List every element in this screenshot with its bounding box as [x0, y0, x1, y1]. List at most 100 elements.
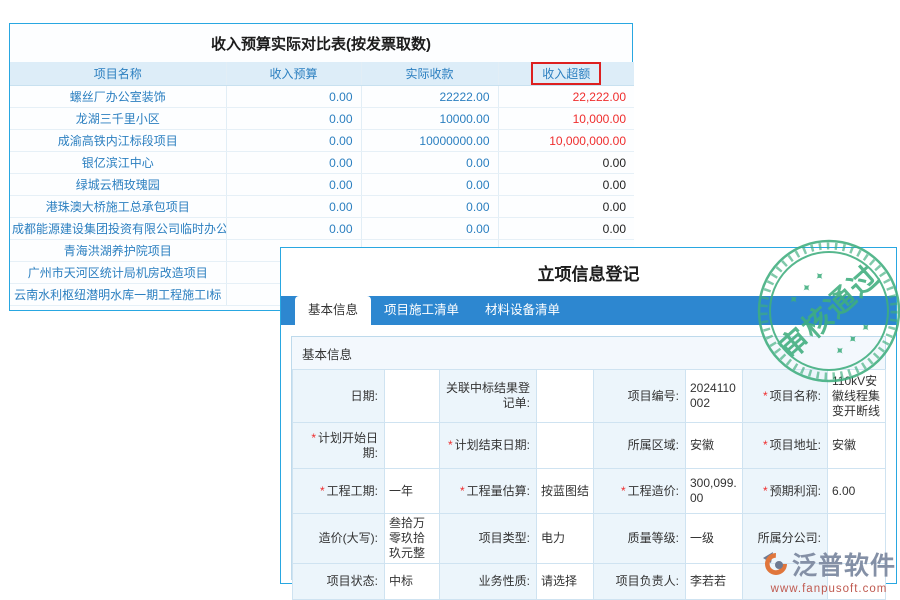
table-row: 港珠澳大桥施工总承包项目0.000.000.00	[10, 196, 634, 218]
field-value[interactable]: 6.00	[828, 469, 886, 514]
field-value[interactable]: 一级	[686, 514, 743, 564]
field-value[interactable]: 安徽	[686, 423, 743, 469]
form-row: *计划开始日期:*计划结束日期:所属区域:安徽*项目地址:安徽	[293, 423, 886, 469]
required-asterisk: *	[763, 389, 768, 403]
section-title: 基本信息	[292, 337, 885, 369]
field-value[interactable]	[537, 423, 594, 469]
field-value[interactable]: 2024110002	[686, 370, 743, 423]
dialog-tab[interactable]: 材料设备清单	[472, 296, 573, 325]
table-header-row: 项目名称 收入预算 实际收款 收入超额	[10, 62, 634, 86]
budget-value-cell: 0.00	[226, 86, 361, 108]
field-label: 质量等级:	[594, 514, 686, 564]
field-value[interactable]: 300,099.00	[686, 469, 743, 514]
field-label: *工程造价:	[594, 469, 686, 514]
budget-value-cell: 0.00	[226, 174, 361, 196]
budget-compare-title: 收入预算实际对比表(按发票取数)	[10, 24, 632, 62]
column-header-income-budget: 收入预算	[226, 62, 361, 86]
field-value[interactable]	[537, 370, 594, 423]
field-label: 项目状态:	[293, 564, 385, 600]
actual-value-cell: 10000000.00	[361, 130, 498, 152]
field-value[interactable]: 李若若	[686, 564, 743, 600]
actual-value-cell: 10000.00	[361, 108, 498, 130]
field-label: *预期利润:	[743, 469, 828, 514]
excess-value-cell: 0.00	[498, 174, 634, 196]
project-name-link[interactable]: 螺丝厂办公室装饰	[10, 86, 226, 108]
excess-value-cell: 0.00	[498, 196, 634, 218]
field-label: *项目地址:	[743, 423, 828, 469]
vendor-url-text: www.fanpusoft.com	[760, 583, 898, 595]
field-value[interactable]: 叁拾万零玖拾玖元整	[385, 514, 440, 564]
project-name-link[interactable]: 云南水利枢纽潜明水库一期工程施工I标	[10, 284, 226, 306]
field-value[interactable]: 安徽	[828, 423, 886, 469]
project-name-link[interactable]: 成渝高铁内江标段项目	[10, 130, 226, 152]
field-value[interactable]	[385, 370, 440, 423]
field-label: *项目名称:	[743, 370, 828, 423]
field-label: 关联中标结果登记单:	[440, 370, 537, 423]
form-row: 日期: 关联中标结果登记单: 项目编号:2024110002*项目名称:110kV安…	[293, 370, 886, 423]
vendor-brand-text: 泛普软件	[792, 546, 896, 582]
field-value[interactable]	[385, 423, 440, 469]
field-label: 日期:	[293, 370, 385, 423]
field-label: *计划结束日期:	[440, 423, 537, 469]
dialog-title: 立项信息登记	[281, 260, 896, 285]
column-header-income-excess: 收入超额	[498, 62, 634, 86]
field-label: *工程量估算:	[440, 469, 537, 514]
form-row: *工程工期:一年*工程量估算:按蓝图结*工程造价:300,099.00*预期利润…	[293, 469, 886, 514]
excess-value-cell: 22,222.00	[498, 86, 634, 108]
highlight-red-box: 收入超额	[531, 62, 601, 85]
required-asterisk: *	[621, 484, 626, 498]
table-row: 龙湖三千里小区0.0010000.0010,000.00	[10, 108, 634, 130]
budget-value-cell: 0.00	[226, 108, 361, 130]
field-label: *计划开始日期:	[293, 423, 385, 469]
field-value[interactable]: 按蓝图结	[537, 469, 594, 514]
column-header-actual-receipt: 实际收款	[361, 62, 498, 86]
actual-value-cell: 0.00	[361, 196, 498, 218]
project-name-link[interactable]: 绿城云栖玫瑰园	[10, 174, 226, 196]
budget-value-cell: 0.00	[226, 130, 361, 152]
field-label: 项目编号:	[594, 370, 686, 423]
field-value[interactable]: 电力	[537, 514, 594, 564]
project-name-link[interactable]: 青海洪湖养护院项目	[10, 240, 226, 262]
required-asterisk: *	[311, 431, 316, 445]
budget-value-cell: 0.00	[226, 218, 361, 240]
excess-value-cell: 10,000,000.00	[498, 130, 634, 152]
excess-value-cell: 0.00	[498, 152, 634, 174]
project-name-link[interactable]: 广州市天河区统计局机房改造项目	[10, 262, 226, 284]
field-value[interactable]: 一年	[385, 469, 440, 514]
required-asterisk: *	[460, 484, 465, 498]
required-asterisk: *	[763, 438, 768, 452]
budget-value-cell: 0.00	[226, 152, 361, 174]
excess-value-cell: 10,000.00	[498, 108, 634, 130]
required-asterisk: *	[448, 438, 453, 452]
required-asterisk: *	[320, 484, 325, 498]
field-label: *工程工期:	[293, 469, 385, 514]
column-header-project-name: 项目名称	[10, 62, 226, 86]
basic-info-panel: 基本信息 日期: 关联中标结果登记单: 项目编号:2024110002*项目名称:1…	[291, 336, 886, 580]
field-value[interactable]: 110kV安徽线程集变开断线	[828, 370, 886, 423]
actual-value-cell: 0.00	[361, 218, 498, 240]
field-label: 造价(大写):	[293, 514, 385, 564]
actual-value-cell: 22222.00	[361, 86, 498, 108]
field-label: 所属区域:	[594, 423, 686, 469]
table-row: 成都能源建设集团投资有限公司临时办公场所装0.000.000.00	[10, 218, 634, 240]
field-label: 项目类型:	[440, 514, 537, 564]
budget-value-cell: 0.00	[226, 196, 361, 218]
field-label: 业务性质:	[440, 564, 537, 600]
dialog-tabbar: 基本信息项目施工清单材料设备清单	[281, 296, 896, 325]
actual-value-cell: 0.00	[361, 174, 498, 196]
field-value[interactable]: 中标	[385, 564, 440, 600]
project-name-link[interactable]: 成都能源建设集团投资有限公司临时办公场所装	[10, 218, 226, 240]
vendor-logo: 泛普软件 www.fanpusoft.com	[760, 546, 898, 595]
project-name-link[interactable]: 银亿滨江中心	[10, 152, 226, 174]
project-registration-dialog: 立项信息登记 基本信息项目施工清单材料设备清单 基本信息 日期:关联中标结果登记…	[280, 247, 897, 584]
field-value[interactable]: 请选择	[537, 564, 594, 600]
table-row: 银亿滨江中心0.000.000.00	[10, 152, 634, 174]
project-name-link[interactable]: 龙湖三千里小区	[10, 108, 226, 130]
vendor-logo-icon	[762, 550, 792, 578]
table-row: 绿城云栖玫瑰园0.000.000.00	[10, 174, 634, 196]
dialog-tab[interactable]: 项目施工清单	[371, 296, 472, 325]
dialog-tab[interactable]: 基本信息	[295, 296, 371, 325]
table-row: 成渝高铁内江标段项目0.0010000000.0010,000,000.00	[10, 130, 634, 152]
project-name-link[interactable]: 港珠澳大桥施工总承包项目	[10, 196, 226, 218]
actual-value-cell: 0.00	[361, 152, 498, 174]
